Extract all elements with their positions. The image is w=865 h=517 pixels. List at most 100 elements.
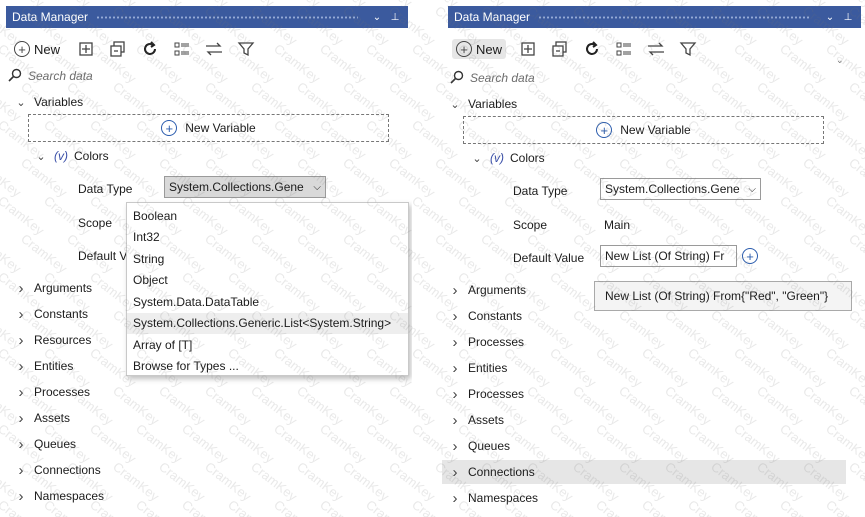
scroll-indicator-icon[interactable]: ⌄ bbox=[836, 55, 844, 66]
toolbar: + New bbox=[452, 36, 698, 62]
tree-node[interactable]: › Queues bbox=[448, 435, 511, 457]
new-variable-button[interactable]: + New Variable bbox=[28, 114, 389, 142]
filter-icon[interactable] bbox=[678, 39, 698, 59]
tree-node[interactable]: › Connections bbox=[14, 459, 101, 481]
chevron-right-icon[interactable]: › bbox=[448, 308, 462, 325]
new-button-label: New bbox=[476, 41, 503, 57]
new-variable-button[interactable]: + New Variable bbox=[463, 116, 824, 144]
chevron-right-icon[interactable]: › bbox=[14, 384, 28, 401]
tree-node-variables[interactable]: ⌄ Variables bbox=[448, 93, 517, 115]
dropdown-option[interactable]: Array of [T] bbox=[127, 334, 408, 356]
data-type-value: System.Collections.Gene bbox=[169, 180, 304, 194]
list-view-icon[interactable] bbox=[172, 39, 192, 59]
tree-node[interactable]: › Arguments bbox=[448, 279, 527, 301]
variable-node-colors[interactable]: ⌄ (v) Colors bbox=[470, 147, 544, 169]
chevron-right-icon[interactable]: › bbox=[448, 412, 462, 429]
data-type-select[interactable]: System.Collections.Gene ⌵ bbox=[600, 178, 761, 200]
tree-node[interactable]: › Arguments bbox=[14, 277, 93, 299]
chevron-right-icon[interactable]: › bbox=[448, 386, 462, 403]
tree-node[interactable]: › Constants bbox=[14, 303, 89, 325]
tree-node[interactable]: › Assets bbox=[14, 407, 71, 429]
variable-icon: (v) bbox=[54, 149, 68, 163]
tree-label: Processes bbox=[468, 387, 525, 401]
dropdown-chevron-icon[interactable]: ⌄ bbox=[370, 12, 384, 23]
search-bar[interactable]: Search data bbox=[8, 67, 404, 85]
new-button[interactable]: + New bbox=[10, 39, 64, 59]
default-value-input[interactable]: New List (Of String) Fr bbox=[600, 245, 737, 267]
tree-node[interactable]: › Connections bbox=[448, 461, 535, 483]
chevron-down-icon[interactable]: ⌄ bbox=[448, 98, 462, 111]
refresh-icon[interactable] bbox=[140, 39, 160, 59]
tree-node[interactable]: › Processes bbox=[448, 383, 525, 405]
tree-node[interactable]: › Resources bbox=[14, 329, 92, 351]
tree-label: Variables bbox=[468, 97, 518, 111]
dropdown-option[interactable]: String bbox=[127, 248, 408, 270]
tree-node[interactable]: › Queues bbox=[14, 433, 77, 455]
collapse-all-icon[interactable] bbox=[108, 39, 128, 59]
tree-node[interactable]: › Constants bbox=[448, 305, 523, 327]
refresh-icon[interactable] bbox=[582, 39, 602, 59]
chevron-right-icon[interactable]: › bbox=[14, 462, 28, 479]
chevron-down-icon[interactable]: ⌄ bbox=[470, 152, 484, 165]
chevron-right-icon[interactable]: › bbox=[448, 334, 462, 351]
data-manager-panel-right: Data Manager ⌄ ⊥ + New Search data ⌄ Var… bbox=[442, 0, 865, 517]
tree-label: Constants bbox=[34, 307, 89, 321]
tree-node[interactable]: › Processes bbox=[14, 381, 91, 403]
chevron-right-icon[interactable]: › bbox=[14, 306, 28, 323]
chevron-right-icon[interactable]: › bbox=[14, 358, 28, 375]
chevron-down-icon[interactable]: ⌄ bbox=[34, 150, 48, 163]
chevron-right-icon[interactable]: › bbox=[448, 490, 462, 507]
dropdown-option[interactable]: System.Data.DataTable bbox=[127, 291, 408, 313]
scope-label: Scope bbox=[78, 216, 113, 230]
chevron-right-icon[interactable]: › bbox=[14, 488, 28, 505]
chevron-right-icon[interactable]: › bbox=[14, 280, 28, 297]
chevron-right-icon[interactable]: › bbox=[448, 438, 462, 455]
chevron-right-icon[interactable]: › bbox=[14, 436, 28, 453]
dropdown-option[interactable]: Object bbox=[127, 270, 408, 292]
chevron-right-icon[interactable]: › bbox=[448, 464, 462, 481]
pin-icon[interactable]: ⊥ bbox=[388, 12, 402, 23]
dropdown-option[interactable]: Int32 bbox=[127, 227, 408, 249]
scope-label: Scope bbox=[513, 218, 548, 232]
search-input[interactable]: Search data bbox=[28, 69, 93, 83]
tree-node[interactable]: › Namespaces bbox=[448, 487, 539, 509]
variable-node-colors[interactable]: ⌄ (v) Colors bbox=[34, 145, 108, 167]
filter-icon[interactable] bbox=[236, 39, 256, 59]
expand-all-icon[interactable] bbox=[518, 39, 538, 59]
chevron-down-icon: ⌵ bbox=[748, 183, 756, 195]
pin-icon[interactable]: ⊥ bbox=[841, 12, 855, 23]
dropdown-option[interactable]: System.Collections.Generic.List<System.S… bbox=[127, 312, 408, 334]
dropdown-chevron-icon[interactable]: ⌄ bbox=[823, 12, 837, 23]
swap-icon[interactable] bbox=[204, 39, 224, 59]
dropdown-option[interactable]: Boolean bbox=[127, 205, 408, 227]
tree-node[interactable]: › Entities bbox=[448, 357, 508, 379]
search-bar[interactable]: Search data bbox=[450, 69, 857, 87]
tree-node-variables[interactable]: ⌄ Variables bbox=[14, 91, 83, 113]
chevron-down-icon[interactable]: ⌄ bbox=[14, 96, 28, 109]
chevron-right-icon[interactable]: › bbox=[14, 332, 28, 349]
data-type-select[interactable]: System.Collections.Gene ⌵ bbox=[164, 176, 326, 198]
expand-all-icon[interactable] bbox=[76, 39, 96, 59]
chevron-down-icon: ⌵ bbox=[313, 181, 321, 193]
chevron-right-icon[interactable]: › bbox=[448, 282, 462, 299]
chevron-right-icon[interactable]: › bbox=[14, 410, 28, 427]
tree-node[interactable]: › Assets bbox=[448, 409, 505, 431]
swap-icon[interactable] bbox=[646, 39, 666, 59]
new-button[interactable]: + New bbox=[452, 39, 507, 59]
dropdown-option[interactable]: Browse for Types ... bbox=[127, 356, 408, 378]
chevron-right-icon[interactable]: › bbox=[448, 360, 462, 377]
tree-node[interactable]: › Namespaces bbox=[14, 485, 105, 507]
expression-editor-icon[interactable]: + bbox=[742, 248, 758, 264]
variable-icon: (v) bbox=[490, 151, 504, 165]
collapse-all-icon[interactable] bbox=[550, 39, 570, 59]
tree-label: Queues bbox=[468, 439, 511, 453]
search-input[interactable]: Search data bbox=[470, 71, 535, 85]
list-view-icon[interactable] bbox=[614, 39, 634, 59]
tree-node[interactable]: › Entities bbox=[14, 355, 74, 377]
default-value-label: Default Value bbox=[513, 251, 585, 265]
toolbar: + New bbox=[10, 36, 256, 62]
titlebar-grip bbox=[538, 14, 811, 20]
new-variable-label: New Variable bbox=[620, 123, 691, 137]
tree-node[interactable]: › Processes bbox=[448, 331, 525, 353]
default-value-label: Default V bbox=[78, 249, 128, 263]
